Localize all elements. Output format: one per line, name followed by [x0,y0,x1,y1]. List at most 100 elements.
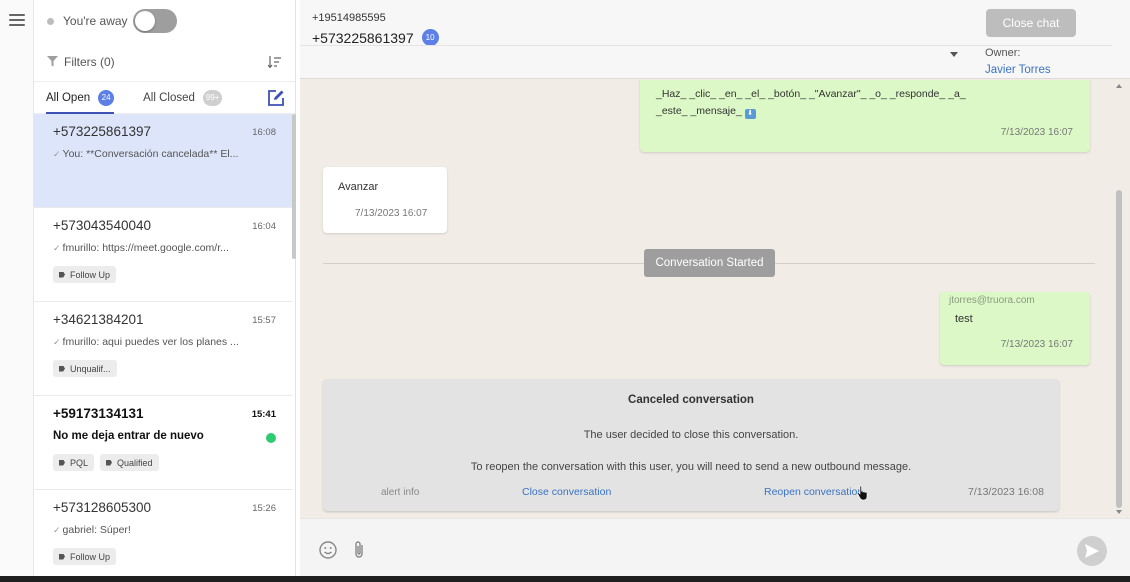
conversation-preview: ✓ gabriel: Súper! [53,524,131,536]
tag-list: Unqualif... [53,360,276,377]
owner-label: Owner: [985,47,1021,59]
scroll-down-icon[interactable] [1116,510,1122,514]
filters-button[interactable]: Filters (0) [64,55,115,69]
close-chat-button[interactable]: Close chat [986,9,1076,37]
emoji-icon[interactable] [319,541,337,559]
conversation-item[interactable]: +573128605300 15:26 ✓ gabriel: Súper! Fol… [34,490,292,582]
message-time: 7/13/2023 16:07 [1000,339,1073,350]
conversation-time: 15:41 [251,409,276,420]
read-tick-icon: ✓ [53,525,61,535]
os-taskbar [0,576,1130,582]
chat-header: +19514985595 +573225861397 10 Close chat… [300,0,1130,79]
tag: PQL [53,454,95,471]
tag-icon [59,271,65,278]
availability-row: You're away [34,0,295,42]
filters-row: Filters (0) [34,42,295,82]
tag-list: Follow Up [53,548,276,565]
list-scrollbar[interactable] [292,114,296,259]
tabs-row: All Open 24 All Closed 99+ [34,82,295,114]
tag-icon [106,459,113,466]
tag-icon [59,553,65,560]
conversation-preview: No me deja entrar de nuevo [53,430,204,442]
tab-label: All Closed [143,91,195,104]
read-tick-icon: ✓ [53,243,61,253]
card-title: Canceled conversation [628,394,754,406]
message-text: _Haz_ _clic_ _en_ _el_ _botón_ _"Avanzar… [656,88,966,119]
conversation-time: 15:26 [252,503,276,514]
message-input[interactable] [382,533,1070,567]
toggle-knob [134,11,155,31]
down-arrow-emoji-icon: ⬇ [744,108,756,119]
tag-icon [59,365,65,372]
conversation-phone: +573128605300 [53,500,151,515]
send-icon [1085,544,1099,558]
outgoing-message: jtorres@truora.com test 7/13/2023 16:07 [940,292,1090,365]
send-button[interactable] [1077,536,1107,566]
scroll-up-icon[interactable] [1116,84,1122,88]
scroll-thumb[interactable] [1116,190,1122,508]
tag-icon [59,459,65,466]
tag: Qualified [100,454,159,471]
message-thread: _Haz_ _clic_ _en_ _el_ _botón_ _"Avanzar… [300,80,1112,518]
incoming-message: Avanzar 7/13/2023 16:07 [323,167,447,233]
business-number: +19514985595 [312,12,386,24]
conversation-phone: +34621384201 [53,312,144,327]
card-text: The user decided to close this conversat… [583,429,799,441]
conversation-phone: +573043540040 [53,218,151,233]
tag-list: Follow Up [53,266,276,283]
conversation-time: 15:57 [252,315,276,326]
attachment-icon[interactable] [352,540,366,560]
conversation-item[interactable]: +573043540040 16:04 ✓ fmurillo: https://m… [34,208,292,302]
reopen-conversation-link[interactable]: Reopen conversation [764,486,863,498]
availability-toggle[interactable] [132,9,177,33]
conversation-item[interactable]: +59173134131 15:41 No me deja entrar de … [34,396,292,490]
conversation-item[interactable]: +573225861397 16:08 ✓ You: **Conversación… [34,114,292,208]
menu-icon[interactable] [9,14,25,26]
tag: Unqualif... [53,360,117,377]
message-text: Avanzar [338,181,379,193]
owner-name[interactable]: Javier Torres [985,64,1051,76]
conversation-preview: ✓ fmurillo: aqui puedes ver los planes ..… [53,336,239,348]
hand-cursor-icon [857,486,868,501]
sort-icon[interactable] [268,55,281,68]
conversation-phone: +59173134131 [53,406,144,421]
canceled-conversation-card: Canceled conversation The user decided t… [323,379,1059,511]
message-time: 7/13/2023 16:07 [1000,127,1073,138]
conversation-phone: +573225861397 [53,124,151,139]
message-text: test [955,313,973,325]
outgoing-message: _Haz_ _clic_ _en_ _el_ _botón_ _"Avanzar… [640,80,1090,152]
chevron-down-icon[interactable] [950,52,958,57]
left-rail [0,0,34,582]
conversation-preview: ✓ fmurillo: https://meet.google.com/r... [53,242,229,254]
tab-all-open[interactable]: All Open 24 [46,82,115,114]
message-sender: jtorres@truora.com [949,295,1035,306]
tag: Follow Up [53,548,117,565]
read-tick-icon: ✓ [53,337,61,347]
open-count-badge: 24 [98,89,115,106]
message-count-badge: 10 [421,29,439,46]
unread-indicator-icon [266,433,276,443]
tag-list: PQL Qualified [53,454,276,471]
conversation-started-badge: Conversation Started [644,249,775,277]
close-conversation-link[interactable]: Close conversation [522,486,611,498]
chat-panel: +19514985595 +573225861397 10 Close chat… [300,0,1130,582]
message-composer [300,518,1130,582]
conversation-item[interactable]: +34621384201 15:57 ✓ fmurillo: aqui puede… [34,302,292,396]
conversation-preview: ✓ You: **Conversación cancelada** El... [53,148,239,160]
closed-count-badge: 99+ [202,89,223,106]
message-time: 7/13/2023 16:07 [355,208,428,219]
alert-type-label: alert info [381,487,420,498]
away-label: You're away [63,14,128,28]
status-dot-icon [47,17,54,25]
conversation-list: +573225861397 16:08 ✓ You: **Conversación… [34,114,292,582]
chat-scrollbar[interactable] [1112,80,1126,518]
tab-all-closed[interactable]: All Closed 99+ [143,82,223,114]
tab-label: All Open [46,91,91,104]
filter-icon[interactable] [47,56,58,67]
card-text: To reopen the conversation with this use… [470,461,912,473]
conversation-time: 16:08 [252,127,276,138]
conversation-time: 16:04 [252,221,276,232]
header-divider [300,45,1112,46]
compose-icon[interactable] [267,89,285,107]
card-time: 7/13/2023 16:08 [968,486,1044,498]
